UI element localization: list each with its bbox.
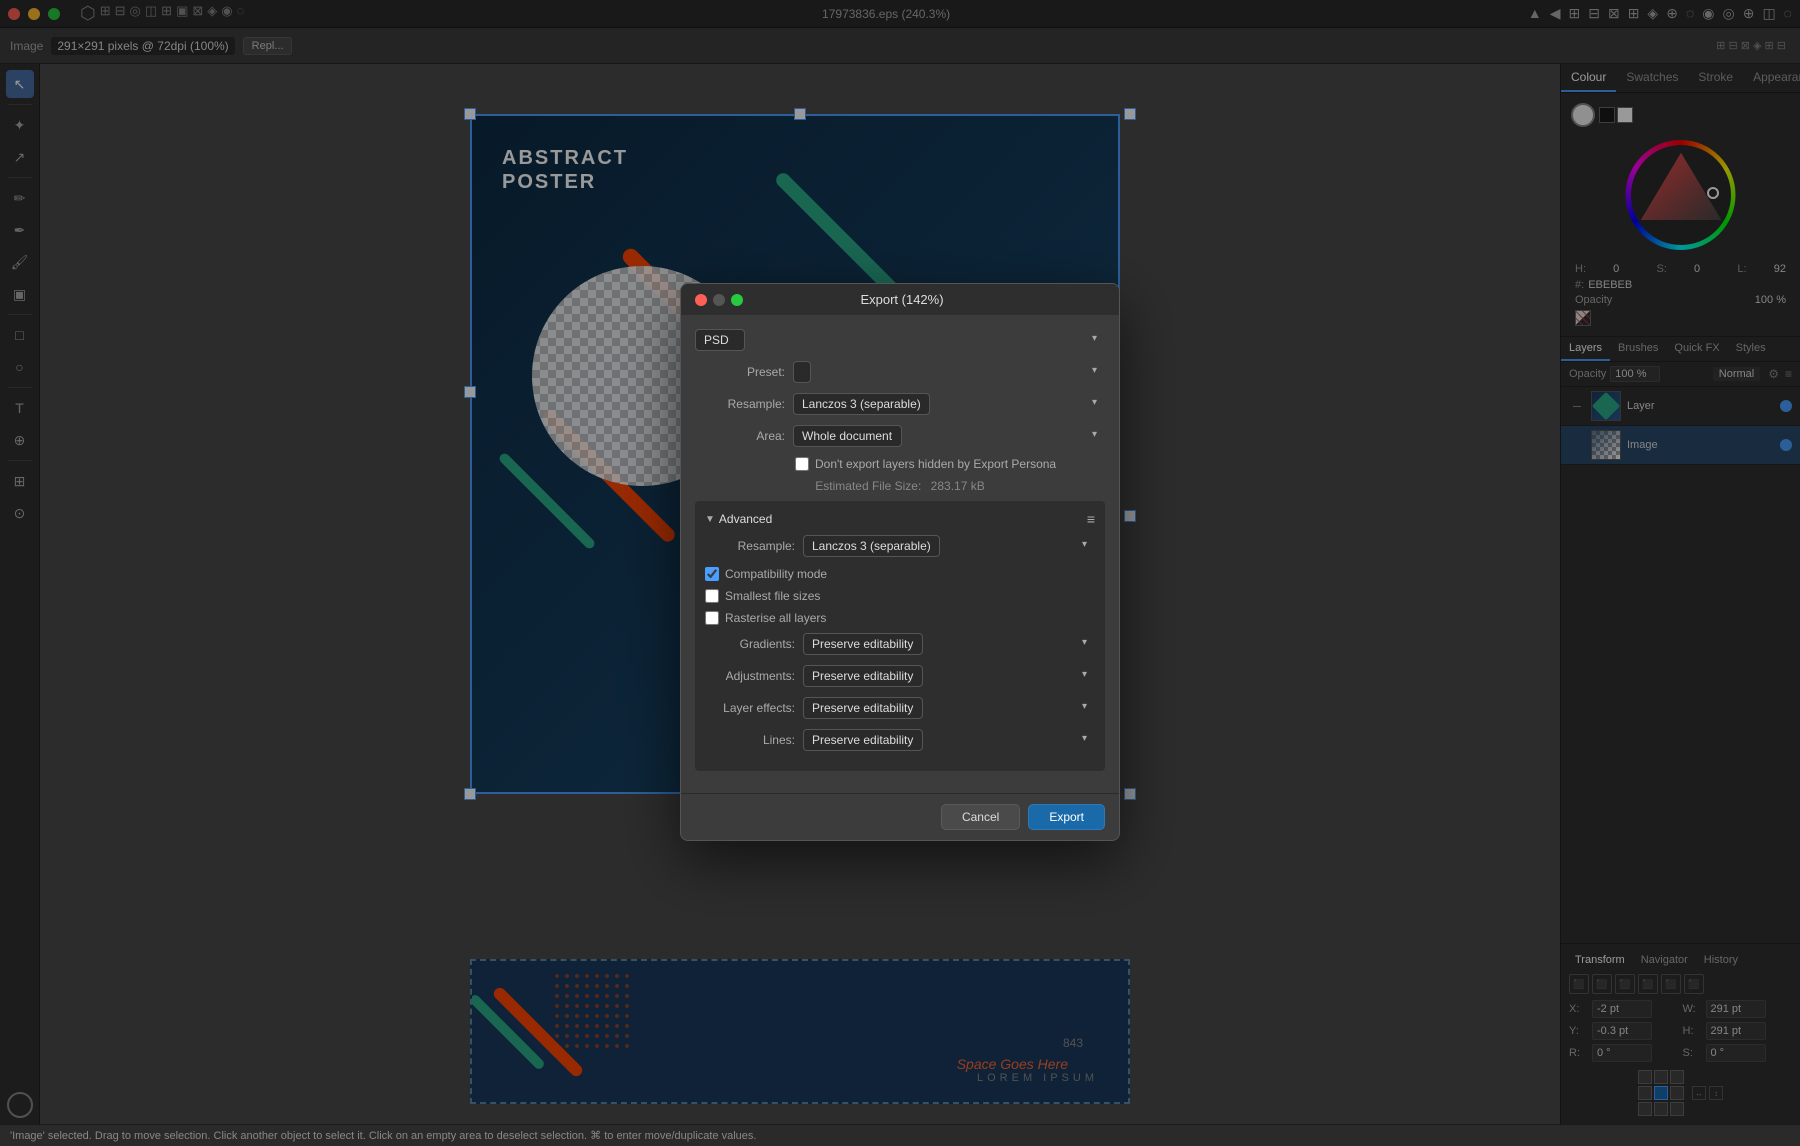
dialog-titlebar: Export (142%) (681, 284, 1119, 315)
dialog-body: PSD PNG JPEG TIFF Preset: Resam (681, 315, 1119, 793)
advanced-header[interactable]: ▼ Advanced ≡ (705, 511, 1095, 527)
advanced-chevron-icon: ▼ (705, 514, 715, 525)
lines-select[interactable]: Preserve editability (803, 729, 923, 751)
smallest-checkbox[interactable] (705, 589, 719, 603)
dialog-close[interactable] (695, 294, 707, 306)
adjustments-row: Adjustments: Preserve editability (705, 665, 1095, 687)
status-bar: 'Image' selected. Drag to move selection… (0, 1124, 1800, 1146)
export-button[interactable]: Export (1028, 804, 1105, 830)
cancel-button[interactable]: Cancel (941, 804, 1020, 830)
file-size-row: Estimated File Size: 283.17 kB (695, 479, 1105, 493)
format-select[interactable]: PSD PNG JPEG TIFF (695, 329, 745, 351)
compat-row: Compatibility mode (705, 567, 1095, 581)
area-row: Area: Whole document Selection (695, 425, 1105, 447)
gradients-row: Gradients: Preserve editability (705, 633, 1095, 655)
layer-effects-row: Layer effects: Preserve editability (705, 697, 1095, 719)
lines-row: Lines: Preserve editability (705, 729, 1095, 751)
adv-resample-row: Resample: Lanczos 3 (separable) (705, 535, 1095, 557)
status-message: 'Image' selected. Drag to move selection… (10, 1129, 756, 1142)
preset-row: Preset: (695, 361, 1105, 383)
dialog-buttons: Cancel Export (681, 793, 1119, 840)
dialog-overlay: Export (142%) PSD PNG JPEG TIFF Preset: (0, 0, 1800, 1124)
format-row: PSD PNG JPEG TIFF (695, 329, 1105, 351)
adjustments-select[interactable]: Preserve editability (803, 665, 923, 687)
smallest-row: Smallest file sizes (705, 589, 1095, 603)
advanced-menu-icon[interactable]: ≡ (1087, 511, 1095, 527)
rasterise-row: Rasterise all layers (705, 611, 1095, 625)
rasterise-checkbox[interactable] (705, 611, 719, 625)
dont-export-row: Don't export layers hidden by Export Per… (795, 457, 1105, 471)
gradients-select[interactable]: Preserve editability (803, 633, 923, 655)
resample-select[interactable]: Lanczos 3 (separable) Bilinear Bicubic (793, 393, 930, 415)
dialog-traffic-lights (695, 294, 743, 306)
advanced-section: ▼ Advanced ≡ Resample: Lanczos 3 (separa… (695, 501, 1105, 771)
export-dialog: Export (142%) PSD PNG JPEG TIFF Preset: (680, 283, 1120, 841)
dont-export-checkbox[interactable] (795, 457, 809, 471)
adv-resample-select[interactable]: Lanczos 3 (separable) (803, 535, 940, 557)
resample-row: Resample: Lanczos 3 (separable) Bilinear… (695, 393, 1105, 415)
dialog-title: Export (142%) (743, 292, 1061, 307)
layer-effects-select[interactable]: Preserve editability (803, 697, 923, 719)
dialog-minimize[interactable] (713, 294, 725, 306)
area-select[interactable]: Whole document Selection (793, 425, 902, 447)
preset-select[interactable] (793, 361, 811, 383)
compat-checkbox[interactable] (705, 567, 719, 581)
dialog-maximize[interactable] (731, 294, 743, 306)
